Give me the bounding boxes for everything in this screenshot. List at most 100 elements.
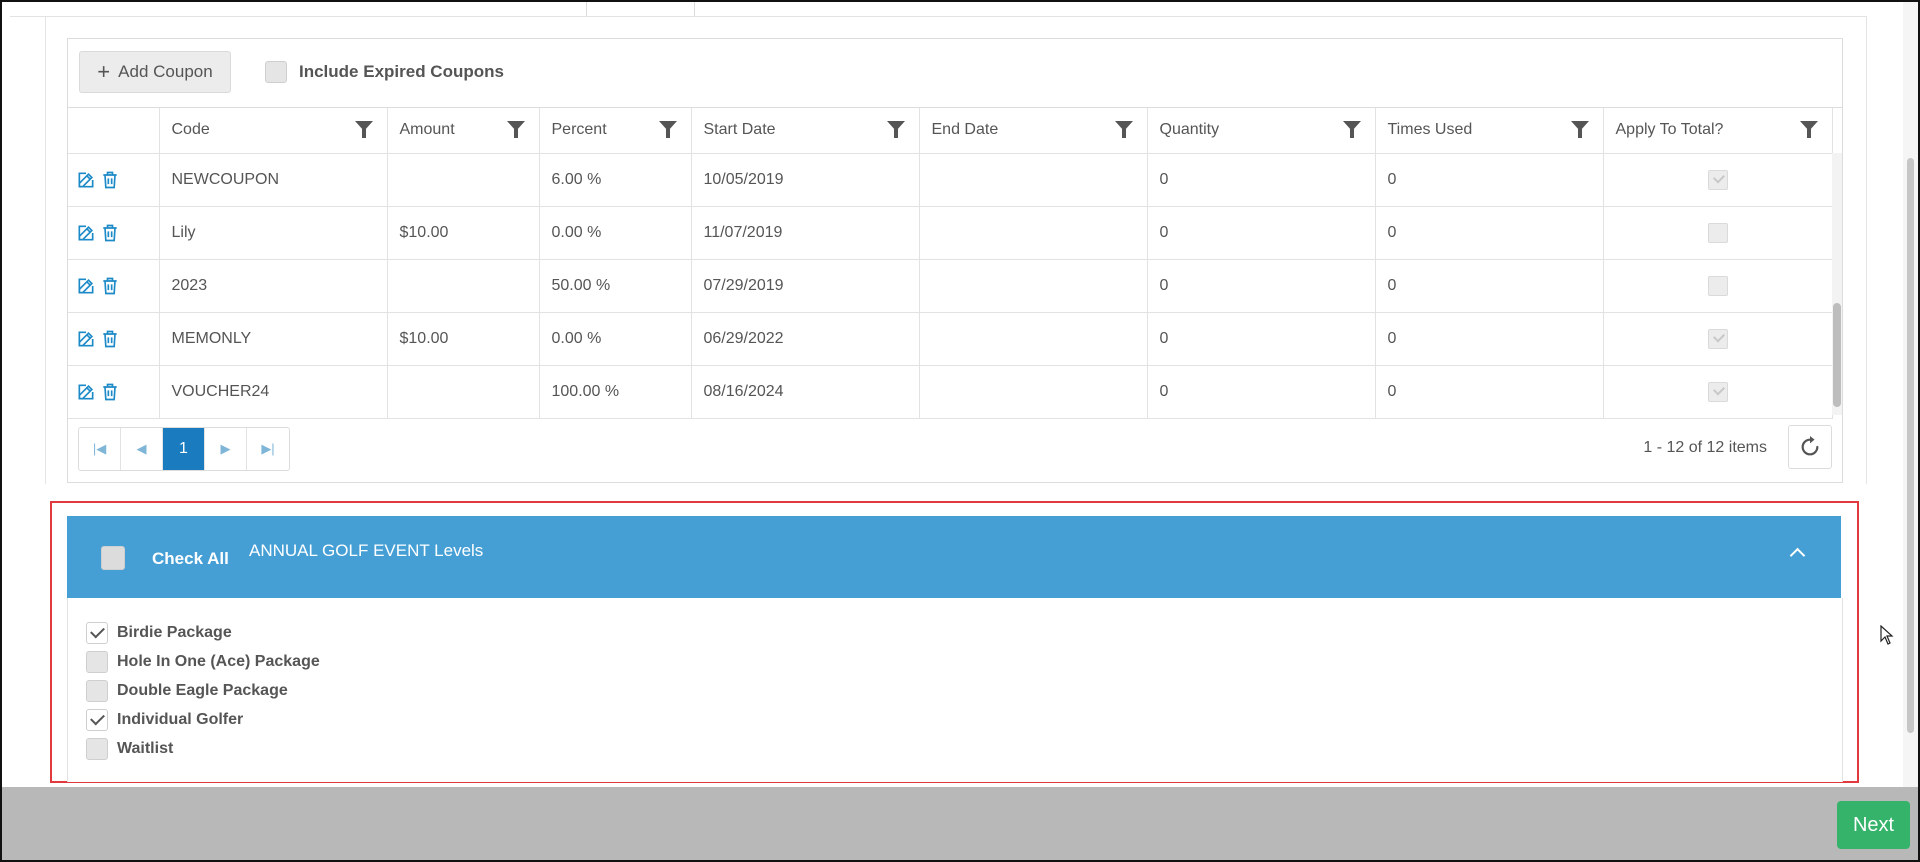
row-actions [68, 312, 160, 366]
edit-icon[interactable] [76, 329, 96, 349]
coupons-table: Code Amount Percent Start Date End Date … [68, 107, 1833, 419]
level-label: Individual Golfer [117, 710, 244, 728]
level-checkbox[interactable] [86, 737, 108, 760]
column-header-quantity[interactable]: Quantity [1147, 107, 1376, 154]
grid-scrollbar-thumb[interactable] [1833, 303, 1841, 407]
cell-times-used: 0 [1375, 312, 1604, 366]
cell-percent: 0.00 % [539, 312, 692, 366]
next-page-button[interactable]: ▶ [205, 428, 247, 470]
check-all-checkbox[interactable] [101, 546, 125, 570]
check-all-label: Check All [152, 549, 229, 568]
cell-quantity: 0 [1147, 206, 1376, 260]
apply-to-total-checkbox [1707, 329, 1728, 349]
include-expired-label: Include Expired Coupons [299, 62, 504, 81]
cell-percent: 100.00 % [539, 365, 692, 419]
levels-body: Birdie Package Hole In One (Ace) Package D… [67, 598, 1843, 782]
row-actions [68, 259, 160, 313]
cell-times-used: 0 [1375, 206, 1604, 260]
trash-icon[interactable] [100, 382, 120, 402]
mouse-cursor-icon [1880, 625, 1894, 645]
filter-icon[interactable] [1799, 121, 1818, 138]
column-header-amount[interactable]: Amount [387, 107, 540, 154]
column-header-percent[interactable]: Percent [539, 107, 692, 154]
column-header-end-date[interactable]: End Date [919, 107, 1148, 154]
pager: |◀ ◀ 1 ▶ ▶| [78, 427, 290, 471]
column-header-apply-to-total[interactable]: Apply To Total? [1603, 107, 1833, 154]
level-item[interactable]: Double Eagle Package [86, 676, 320, 705]
trash-icon[interactable] [100, 170, 120, 190]
filter-icon[interactable] [1570, 121, 1589, 138]
filter-icon[interactable] [354, 121, 373, 138]
cell-amount [387, 153, 540, 207]
levels-title: ANNUAL GOLF EVENT Levels [249, 541, 484, 560]
level-label: Birdie Package [117, 623, 232, 641]
level-item[interactable]: Hole In One (Ace) Package [86, 647, 320, 676]
level-item[interactable]: Individual Golfer [86, 705, 320, 734]
table-row: 2023 50.00 % 07/29/2019 0 0 [68, 259, 1833, 313]
include-expired-checkbox[interactable]: Include Expired Coupons [265, 61, 504, 83]
cell-code: MEMONLY [159, 312, 388, 366]
level-item[interactable]: Birdie Package [86, 618, 320, 647]
edit-icon[interactable] [76, 276, 96, 296]
cell-code: 2023 [159, 259, 388, 313]
add-coupon-label: Add Coupon [118, 62, 213, 81]
cell-end-date [919, 259, 1148, 313]
footer-bar [0, 787, 1920, 862]
prev-page-button[interactable]: ◀ [121, 428, 163, 470]
chevron-up-icon[interactable] [1789, 547, 1806, 564]
page-button-current[interactable]: 1 [163, 428, 205, 470]
refresh-button[interactable] [1788, 425, 1832, 469]
edit-icon[interactable] [76, 382, 96, 402]
cell-amount: $10.00 [387, 312, 540, 366]
first-page-button[interactable]: |◀ [79, 428, 121, 470]
table-row: MEMONLY $10.00 0.00 % 06/29/2022 0 0 [68, 312, 1833, 366]
cell-end-date [919, 153, 1148, 207]
next-button[interactable]: Next [1837, 801, 1910, 849]
cell-start-date: 08/16/2024 [691, 365, 920, 419]
include-expired-box[interactable] [265, 61, 287, 83]
page-scrollbar[interactable] [1903, 0, 1918, 787]
tab-strip [10, 0, 1866, 17]
row-actions [68, 153, 160, 207]
checkmark-icon [89, 710, 105, 726]
cell-apply-to-total [1603, 153, 1833, 207]
cell-percent: 6.00 % [539, 153, 692, 207]
edit-icon[interactable] [76, 223, 96, 243]
coupons-grid: + Add Coupon Include Expired Coupons Cod… [67, 38, 1843, 483]
row-actions [68, 206, 160, 260]
filter-icon[interactable] [1114, 121, 1133, 138]
cell-start-date: 11/07/2019 [691, 206, 920, 260]
cell-end-date [919, 206, 1148, 260]
cell-amount [387, 259, 540, 313]
column-header-code[interactable]: Code [159, 107, 388, 154]
level-label: Waitlist [117, 739, 174, 757]
table-row: Lily $10.00 0.00 % 11/07/2019 0 0 [68, 206, 1833, 260]
cell-apply-to-total [1603, 312, 1833, 366]
last-page-button[interactable]: ▶| [247, 428, 289, 470]
apply-to-total-checkbox [1707, 170, 1728, 190]
cell-code: Lily [159, 206, 388, 260]
row-actions [68, 365, 160, 419]
column-header-start-date[interactable]: Start Date [691, 107, 920, 154]
filter-icon[interactable] [658, 121, 677, 138]
column-header-times-used[interactable]: Times Used [1375, 107, 1604, 154]
level-checkbox[interactable] [86, 621, 108, 644]
edit-icon[interactable] [76, 170, 96, 190]
table-header-row: Code Amount Percent Start Date End Date … [68, 107, 1833, 154]
grid-scrollbar[interactable] [1832, 153, 1842, 415]
filter-icon[interactable] [886, 121, 905, 138]
cell-amount [387, 365, 540, 419]
level-checkbox[interactable] [86, 708, 108, 731]
filter-icon[interactable] [506, 121, 525, 138]
cell-end-date [919, 312, 1148, 366]
filter-icon[interactable] [1342, 121, 1361, 138]
apply-to-total-checkbox [1707, 276, 1728, 296]
trash-icon[interactable] [100, 276, 120, 296]
add-coupon-button[interactable]: + Add Coupon [79, 51, 231, 93]
trash-icon[interactable] [100, 223, 120, 243]
trash-icon[interactable] [100, 329, 120, 349]
page-scrollbar-thumb[interactable] [1907, 158, 1914, 733]
level-checkbox[interactable] [86, 650, 108, 673]
level-checkbox[interactable] [86, 679, 108, 702]
level-item[interactable]: Waitlist [86, 734, 320, 763]
